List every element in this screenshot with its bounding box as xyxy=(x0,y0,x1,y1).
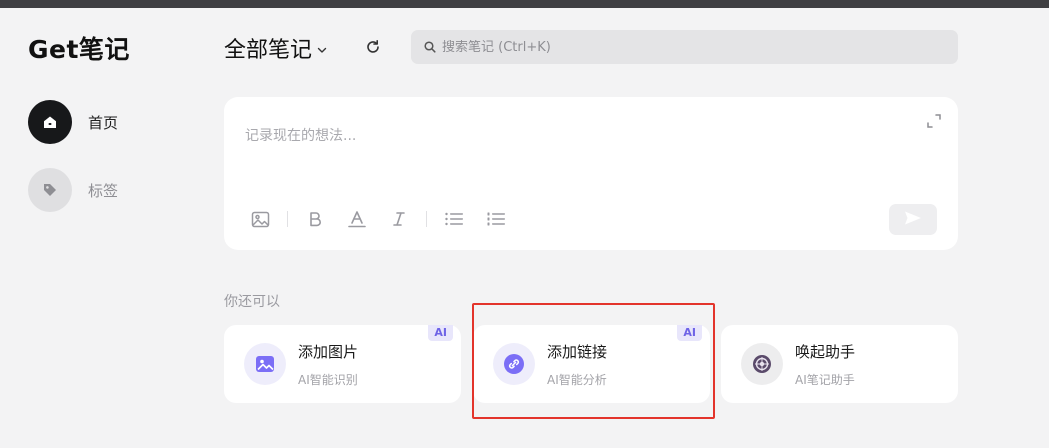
sidebar-item-home[interactable]: 首页 xyxy=(28,100,118,144)
search-icon xyxy=(424,38,436,57)
sidebar-item-label: 首页 xyxy=(88,113,119,132)
app-logo: Get笔记 xyxy=(28,35,130,64)
card-title: 唤起助手 xyxy=(795,342,856,361)
ai-badge: AI xyxy=(677,325,702,341)
expand-icon[interactable] xyxy=(925,112,943,130)
numbered-list-icon[interactable] xyxy=(485,208,507,230)
editor-toolbar xyxy=(249,208,507,230)
ai-badge: AI xyxy=(428,325,453,341)
suggestions-heading: 你还可以 xyxy=(224,294,280,310)
bold-icon[interactable] xyxy=(304,208,326,230)
sidebar-item-tags[interactable]: 标签 xyxy=(28,168,118,212)
card-title: 添加图片 xyxy=(298,342,359,361)
toolbar-divider xyxy=(426,211,427,227)
add-link-card[interactable]: 添加链接 AI智能分析 AI xyxy=(473,325,710,403)
italic-icon[interactable] xyxy=(388,208,410,230)
card-subtitle: AI笔记助手 xyxy=(795,372,855,387)
card-title: 添加链接 xyxy=(547,342,608,361)
search-input[interactable] xyxy=(442,39,922,55)
card-subtitle: AI智能识别 xyxy=(298,372,358,387)
toolbar-divider xyxy=(287,211,288,227)
insert-image-icon[interactable] xyxy=(249,208,271,230)
refresh-icon[interactable] xyxy=(362,36,384,58)
add-image-card[interactable]: 添加图片 AI智能识别 AI xyxy=(224,325,461,403)
card-subtitle: AI智能分析 xyxy=(547,372,607,387)
send-button[interactable] xyxy=(889,204,937,235)
tag-icon xyxy=(28,168,72,212)
notes-filter-dropdown[interactable]: 全部笔记 xyxy=(224,32,328,64)
text-color-icon[interactable] xyxy=(346,208,368,230)
chevron-down-icon xyxy=(316,37,328,62)
assistant-icon xyxy=(741,343,783,385)
note-editor xyxy=(224,97,958,250)
home-icon xyxy=(28,100,72,144)
window-top-bar xyxy=(0,0,1049,8)
link-icon xyxy=(493,343,535,385)
search-bar[interactable] xyxy=(411,30,958,64)
note-input[interactable] xyxy=(245,125,925,205)
sidebar-item-label: 标签 xyxy=(88,181,119,200)
bulleted-list-icon[interactable] xyxy=(443,208,465,230)
page-title: 全部笔记 xyxy=(224,38,313,63)
send-icon xyxy=(904,210,922,230)
assistant-card[interactable]: 唤起助手 AI笔记助手 xyxy=(721,325,958,403)
image-icon xyxy=(244,343,286,385)
